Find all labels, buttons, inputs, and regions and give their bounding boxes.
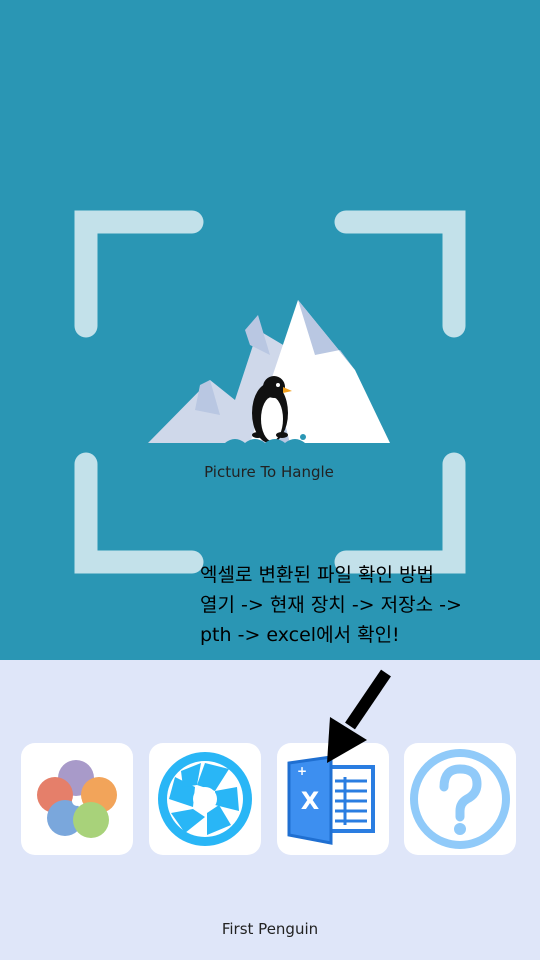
pointer-arrow	[327, 669, 391, 763]
footer-team-name: First Penguin	[221, 920, 319, 938]
app-root: Picture To Hangle 엑셀로 변환된 파일 확인 방법 열기 ->…	[0, 0, 540, 960]
